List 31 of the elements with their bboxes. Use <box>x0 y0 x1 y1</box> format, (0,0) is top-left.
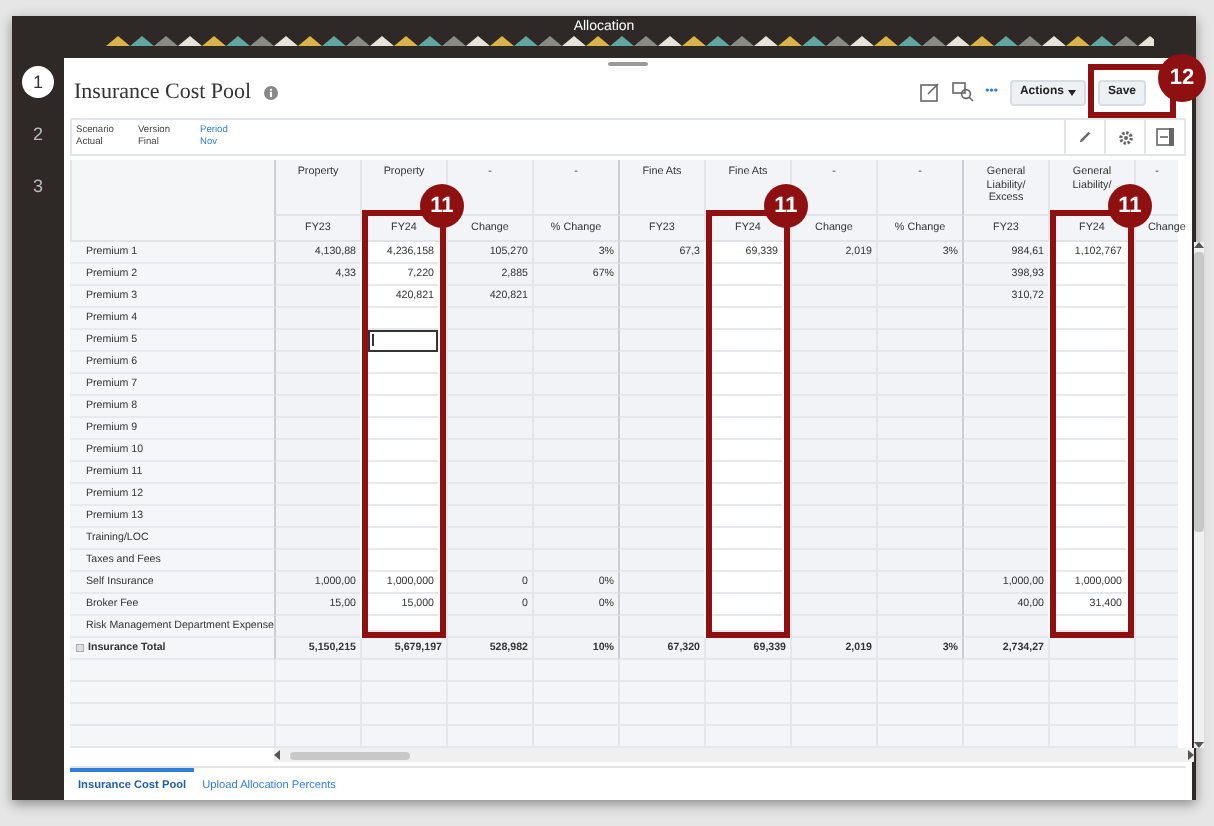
step-number[interactable]: 1 <box>22 66 54 98</box>
table-cell <box>274 726 360 748</box>
scroll-down-icon[interactable] <box>1194 742 1204 748</box>
step-number[interactable]: 3 <box>22 170 54 202</box>
callout-number: 12 <box>1157 53 1206 101</box>
table-cell <box>618 660 704 682</box>
resize-columns-icon[interactable] <box>1156 128 1174 146</box>
edit-icon[interactable] <box>919 82 940 102</box>
table-cell <box>1134 682 1178 704</box>
table-cell <box>274 660 360 682</box>
caret-icon <box>1067 89 1076 95</box>
vertical-scrollbar[interactable] <box>1194 242 1204 748</box>
search-icon[interactable] <box>951 82 974 102</box>
drag-handle-icon[interactable] <box>608 62 648 66</box>
step-number[interactable]: 2 <box>22 118 54 150</box>
table-cell <box>962 660 1048 682</box>
table-cell <box>1134 660 1178 682</box>
page-title: Insurance Cost Pool <box>74 80 252 104</box>
settings-icon[interactable] <box>1117 129 1133 145</box>
table-cell <box>1134 704 1178 726</box>
pencil-icon[interactable] <box>1078 130 1092 144</box>
input-cell[interactable] <box>368 330 438 352</box>
collapse-icon[interactable] <box>76 644 84 652</box>
horizontal-scrollbar[interactable] <box>274 748 1194 762</box>
table-cell <box>876 660 962 682</box>
scroll-up-icon[interactable] <box>1194 242 1204 248</box>
table-cell <box>1134 726 1178 748</box>
info-icon[interactable] <box>263 85 278 99</box>
table-cell <box>532 660 618 682</box>
scroll-right-icon[interactable] <box>1186 750 1194 760</box>
scroll-left-icon[interactable] <box>274 750 282 760</box>
